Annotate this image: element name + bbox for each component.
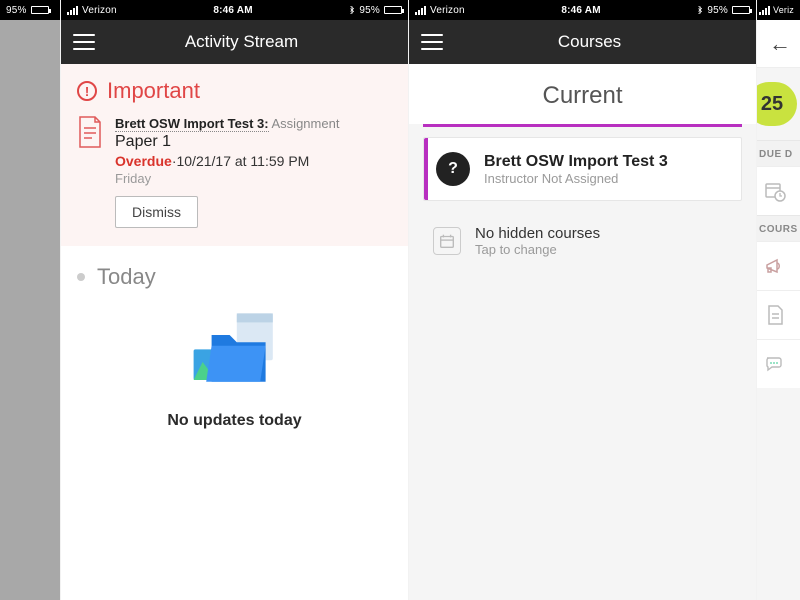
tab-underline [423, 124, 742, 127]
status-bar: Verizon 8:46 AM 95% [61, 0, 408, 20]
bullet-icon [77, 273, 85, 281]
document-icon [763, 303, 787, 327]
nav-bar: Courses [409, 20, 756, 64]
discussion-icon [763, 352, 787, 376]
section-course-content: COURS [757, 215, 800, 241]
nav-bar: Activity Stream [61, 20, 408, 64]
battery-percent: 95% [359, 5, 380, 16]
assignment-icon [77, 116, 103, 148]
announcements-row[interactable] [757, 241, 800, 290]
due-date: 10/21/17 at 11:59 PM [176, 153, 309, 169]
content-row[interactable] [757, 290, 800, 339]
assignment-item[interactable]: Brett OSW Import Test 3: Assignment Pape… [77, 116, 392, 228]
signal-icon [759, 6, 770, 15]
carrier-label: Verizon [430, 5, 465, 16]
carrier-label: Verizon [82, 5, 117, 16]
grade-pill[interactable]: 25 [757, 82, 797, 126]
important-section: ! Important [61, 64, 408, 246]
status-bar: Veriz [757, 0, 800, 20]
due-day: Friday [115, 171, 392, 186]
back-icon[interactable]: ← [769, 31, 791, 57]
megaphone-icon [763, 254, 787, 278]
phone-activity-stream: Verizon 8:46 AM 95% Activity Stream ! Im… [60, 0, 408, 600]
prev-phone-sliver: 95% [0, 0, 60, 600]
alert-icon: ! [77, 81, 97, 101]
assignment-type: Assignment [272, 116, 340, 131]
calendar-clock-icon [763, 179, 787, 203]
tab-current[interactable]: Current [409, 64, 756, 124]
battery-icon [384, 6, 402, 14]
important-label: Important [107, 78, 200, 104]
empty-state-illustration [77, 308, 392, 398]
battery-icon [732, 6, 750, 14]
course-subtitle: Instructor Not Assigned [484, 171, 668, 186]
assignment-course: Brett OSW Import Test 3: [115, 116, 269, 132]
page-title: Courses [435, 32, 744, 52]
battery-icon [31, 6, 49, 14]
hidden-subtitle: Tap to change [475, 242, 600, 257]
hidden-courses-row[interactable]: No hidden courses Tap to change [409, 211, 756, 271]
page-title: Activity Stream [87, 32, 396, 52]
hidden-title: No hidden courses [475, 225, 600, 242]
dismiss-button[interactable]: Dismiss [115, 196, 198, 228]
signal-icon [67, 6, 78, 15]
course-avatar: ? [436, 152, 470, 186]
assignment-title: Paper 1 [115, 133, 392, 151]
bluetooth-icon [349, 5, 355, 15]
clock: 8:46 AM [213, 5, 252, 16]
status-bar: Verizon 8:46 AM 95% [409, 0, 756, 20]
due-dates-row[interactable] [757, 166, 800, 215]
today-label: Today [97, 264, 156, 290]
carrier-label: Veriz [773, 5, 794, 15]
empty-state-text: No updates today [77, 412, 392, 430]
battery-percent: 95% [707, 5, 728, 16]
battery-percent: 95% [6, 5, 27, 16]
clock: 8:46 AM [561, 5, 600, 16]
discussions-row[interactable] [757, 339, 800, 388]
status-overdue: Overdue [115, 153, 172, 169]
section-due-dates: DUE D [757, 140, 800, 166]
bluetooth-icon [697, 5, 703, 15]
course-card[interactable]: ? Brett OSW Import Test 3 Instructor Not… [423, 137, 742, 201]
hidden-courses-icon [433, 227, 461, 255]
signal-icon [415, 6, 426, 15]
nav-bar: ← [757, 20, 800, 68]
today-section: Today No updates today [61, 246, 408, 448]
phone-courses: Verizon 8:46 AM 95% Courses Current ? Br… [408, 0, 756, 600]
status-bar: 95% [0, 0, 60, 20]
course-title: Brett OSW Import Test 3 [484, 153, 668, 171]
phone-course-detail-sliver: Veriz ← 25 DUE D COURS [756, 0, 800, 600]
